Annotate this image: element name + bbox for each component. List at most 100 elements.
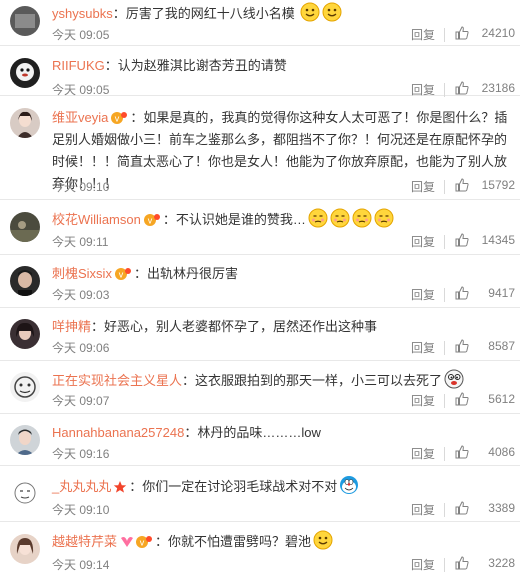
like-count: 14345 — [481, 233, 515, 247]
like-count: 3389 — [488, 501, 515, 515]
username-link[interactable]: 咩抻精 — [52, 319, 91, 334]
reply-button[interactable]: 回复 — [411, 392, 435, 409]
star-badge-icon — [114, 481, 127, 493]
like-button[interactable]: 4086 — [455, 445, 515, 460]
thumbs-up-icon — [455, 286, 469, 300]
action-divider — [444, 180, 445, 194]
embarrassed-face-icon — [308, 208, 328, 228]
username-link[interactable]: 维亚veyia — [52, 110, 108, 125]
comment-time: 今天 09:10 — [52, 180, 110, 194]
reply-button[interactable]: 回复 — [411, 501, 435, 518]
thumbs-up-icon — [455, 81, 469, 95]
comment-time: 今天 09:07 — [52, 394, 110, 408]
username-link[interactable]: 刺槐Sixsix — [52, 266, 112, 281]
thumbs-up-icon — [455, 445, 469, 459]
avatar[interactable] — [10, 108, 40, 138]
avatar[interactable] — [10, 212, 40, 242]
action-divider — [444, 503, 445, 517]
action-divider — [444, 28, 445, 42]
verified-badge-icon: v — [111, 112, 128, 124]
comment-text: 不认识她是谁的赞我… — [175, 212, 306, 227]
reply-button[interactable]: 回复 — [411, 445, 435, 462]
comment-text-line: 校花Williamson v ：不认识她是谁的赞我… — [52, 208, 510, 231]
comment-item: 越越特芹菜 v ：你就不怕遭雷劈吗？碧池 今天 09:14 回复 3228 — [0, 522, 520, 579]
like-count: 3228 — [488, 556, 515, 570]
action-divider — [444, 235, 445, 249]
verified-badge-icon: v — [143, 214, 160, 226]
svg-text:v: v — [140, 538, 145, 548]
like-button[interactable]: 23186 — [455, 81, 515, 96]
thumbs-up-icon — [455, 392, 469, 406]
svg-text:v: v — [115, 114, 120, 124]
comment-text-line: _丸丸丸丸 ：你们一定在讨论羽毛球战术对不对 — [52, 475, 510, 498]
reply-button[interactable]: 回复 — [411, 286, 435, 303]
smiley-face-icon — [322, 2, 342, 22]
like-count: 8587 — [488, 339, 515, 353]
comment-text-line: RIIFUKG：认为赵雅淇比谢杏芳丑的请赞 — [52, 58, 287, 73]
comment-time: 今天 09:10 — [52, 503, 110, 517]
username-link[interactable]: Hannahbanana257248 — [52, 425, 184, 440]
avatar[interactable] — [10, 319, 40, 349]
reply-button[interactable]: 回复 — [411, 26, 435, 43]
comment-text-line: 咩抻精：好恶心，别人老婆都怀孕了，居然还作出这种事 — [52, 319, 378, 334]
comment-text: 厉害了我的网红十八线小名模 — [125, 6, 295, 21]
like-button[interactable]: 24210 — [455, 26, 515, 41]
username-link[interactable]: RIIFUKG — [52, 58, 105, 73]
comment-item: yshysubks：厉害了我的网红十八线小名模 今天 09:05 回复 2421… — [0, 0, 520, 46]
embarrassed-face-icon — [374, 208, 394, 228]
svg-text:v: v — [148, 216, 153, 226]
action-divider — [444, 288, 445, 302]
like-button[interactable]: 8587 — [455, 339, 515, 354]
avatar[interactable] — [10, 58, 40, 88]
comment-time: 今天 09:16 — [52, 447, 110, 461]
smiley-face-icon — [313, 530, 333, 550]
comment-text-line: Hannahbanana257248：林丹的品味………low — [52, 425, 321, 440]
reply-button[interactable]: 回复 — [411, 339, 435, 356]
reply-button[interactable]: 回复 — [411, 556, 435, 573]
reply-button[interactable]: 回复 — [411, 233, 435, 250]
vip-badge-icon: v — [121, 536, 153, 548]
username-link[interactable]: 越越特芹菜 — [52, 534, 117, 549]
comment-item: 正在实现社会主义星人：这衣服跟拍到的那天一样，小三可以去死了 今天 09:07 … — [0, 361, 520, 414]
comment-text: 你们一定在讨论羽毛球战术对不对 — [142, 479, 338, 494]
comment-item: 校花Williamson v ：不认识她是谁的赞我… 今天 09:11 回复 143… — [0, 200, 520, 255]
username-link[interactable]: 正在实现社会主义星人 — [52, 373, 182, 388]
comment-item: 刺槐Sixsix v ：出轨林丹很厉害 今天 09:03 回复 9417 — [0, 255, 520, 308]
like-button[interactable]: 9417 — [455, 286, 515, 301]
thumbs-up-icon — [455, 233, 469, 247]
avatar[interactable] — [10, 266, 40, 296]
like-button[interactable]: 5612 — [455, 392, 515, 407]
comment-text-line: 越越特芹菜 v ：你就不怕遭雷劈吗？碧池 — [52, 530, 510, 553]
comment-text: 这衣服跟拍到的那天一样，小三可以去死了 — [195, 373, 443, 388]
like-button[interactable]: 3389 — [455, 501, 515, 516]
username-link[interactable]: yshysubks — [52, 6, 113, 21]
comment-item: _丸丸丸丸 ：你们一定在讨论羽毛球战术对不对 今天 09:10 回复 3389 — [0, 466, 520, 522]
avatar[interactable] — [10, 478, 40, 508]
like-button[interactable]: 14345 — [455, 233, 515, 248]
avatar[interactable] — [10, 534, 40, 564]
embarrassed-face-icon — [352, 208, 372, 228]
like-count: 24210 — [481, 26, 515, 40]
reply-button[interactable]: 回复 — [411, 178, 435, 195]
comment-time: 今天 09:03 — [52, 288, 110, 302]
action-divider — [444, 83, 445, 97]
avatar[interactable] — [10, 6, 40, 36]
comment-time: 今天 09:05 — [52, 28, 110, 42]
thumbs-up-icon — [455, 501, 469, 515]
comment-text: 你就不怕遭雷劈吗？碧池 — [168, 534, 312, 549]
comment-item: RIIFUKG：认为赵雅淇比谢杏芳丑的请赞 今天 09:05 回复 23186 — [0, 46, 520, 97]
like-button[interactable]: 3228 — [455, 556, 515, 571]
avatar[interactable] — [10, 425, 40, 455]
like-count: 5612 — [488, 392, 515, 406]
comment-item: 维亚veyia v ：如果是真的，我真的觉得你这种女人太可恶了！你是图什么？插足别人… — [0, 96, 520, 200]
username-link[interactable]: 校花Williamson — [52, 212, 141, 227]
username-link[interactable]: _丸丸丸丸 — [52, 479, 111, 494]
comment-time: 今天 09:06 — [52, 341, 110, 355]
thumbs-up-icon — [455, 26, 469, 40]
like-button[interactable]: 15792 — [455, 178, 515, 193]
like-count: 23186 — [481, 81, 515, 95]
comment-text-line: 正在实现社会主义星人：这衣服跟拍到的那天一样，小三可以去死了 — [52, 369, 510, 392]
avatar[interactable] — [10, 372, 40, 402]
svg-text:v: v — [119, 270, 124, 280]
comment-time: 今天 09:14 — [52, 558, 110, 572]
